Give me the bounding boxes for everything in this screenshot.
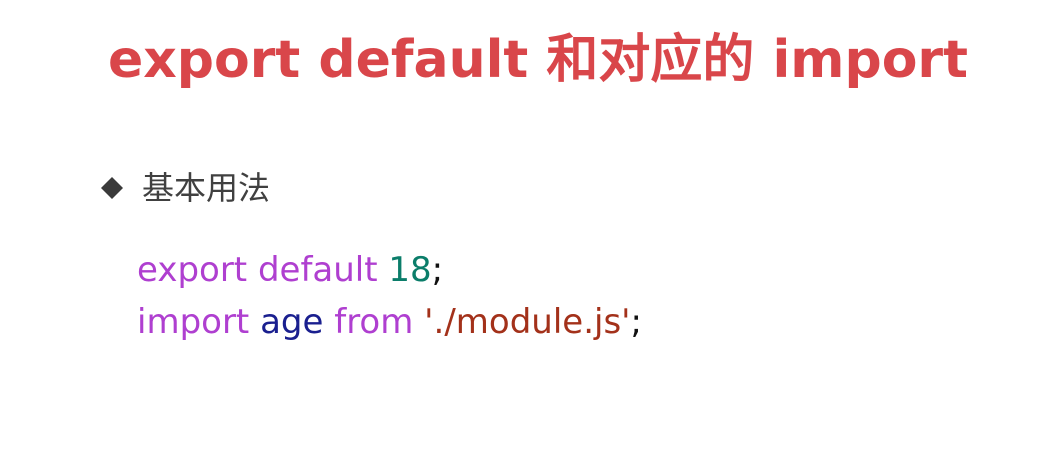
- code-string: './module.js': [424, 302, 631, 342]
- code-keyword-from: from: [334, 302, 414, 342]
- code-identifier: age: [260, 302, 324, 342]
- code-semicolon: ;: [630, 302, 642, 342]
- code-number: 18: [388, 250, 432, 290]
- bullet-text: 基本用法: [142, 169, 271, 207]
- code-keyword-default: default: [257, 250, 378, 290]
- code-keyword-export: export: [137, 250, 248, 290]
- code-semicolon: ;: [431, 250, 444, 290]
- code-line-export: export default 18;: [137, 244, 642, 296]
- code-block: export default 18; import age from './mo…: [137, 244, 642, 348]
- code-keyword-import: import: [137, 302, 250, 342]
- diamond-bullet-icon: [100, 176, 124, 200]
- slide-title: export default 和对应的 import: [108, 30, 968, 90]
- code-line-import: import age from './module.js';: [137, 296, 642, 348]
- slide: export default 和对应的 import 基本用法 export d…: [0, 0, 1054, 462]
- bullet-item: 基本用法: [100, 166, 270, 210]
